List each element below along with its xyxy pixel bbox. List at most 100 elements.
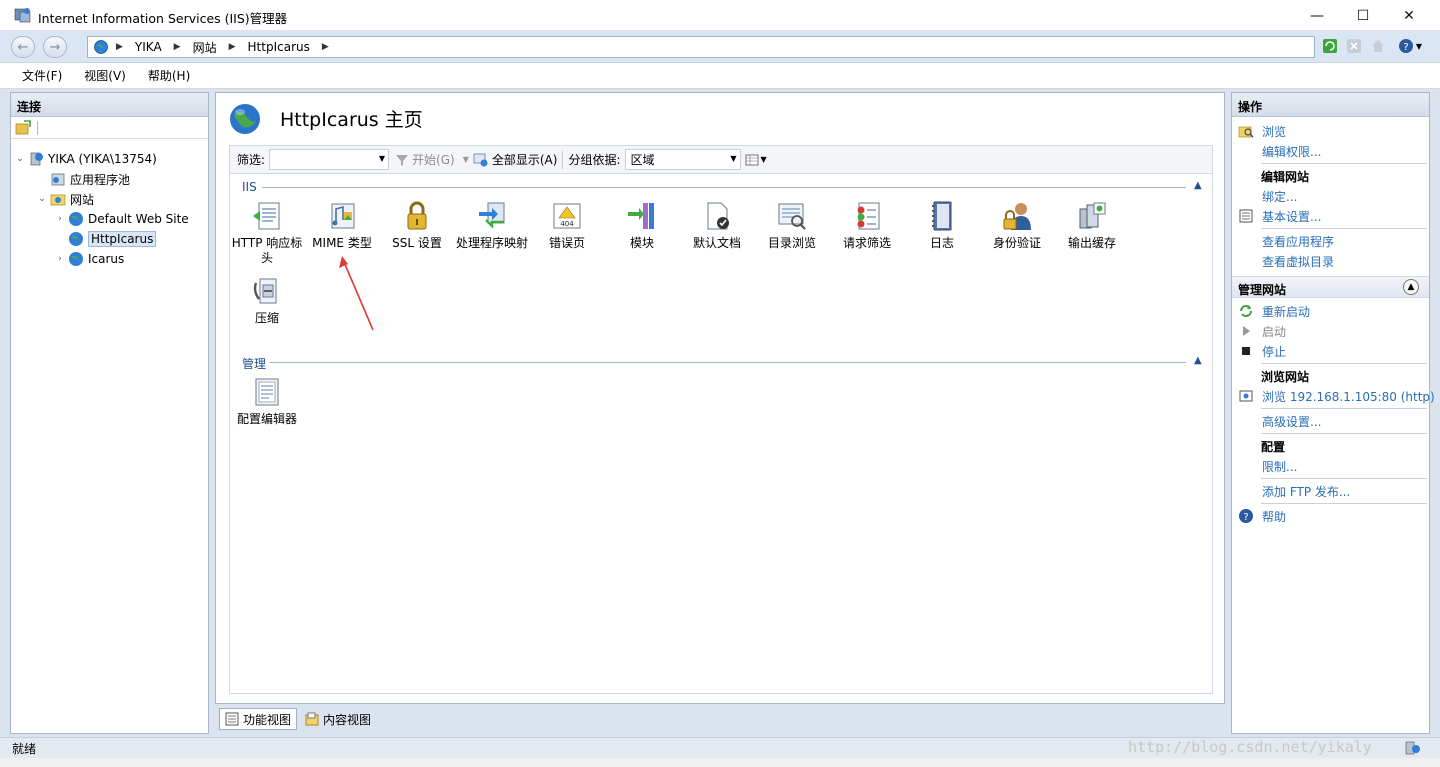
tab-label: 内容视图 bbox=[323, 712, 372, 727]
show-all-button[interactable]: 全部显示(A) bbox=[473, 151, 557, 168]
menu-file[interactable]: 文件(F) bbox=[22, 67, 62, 84]
feature-directory-browsing[interactable]: 目录浏览 bbox=[755, 200, 829, 251]
home-button[interactable] bbox=[1369, 37, 1387, 55]
action-browse[interactable]: 浏览 bbox=[1238, 122, 1286, 140]
action-label: 编辑权限... bbox=[1262, 144, 1322, 159]
back-arrow-icon: ← bbox=[17, 39, 29, 55]
action-advanced-settings[interactable]: 高级设置... bbox=[1238, 412, 1321, 430]
feature-label: 模块 bbox=[629, 236, 654, 250]
collapse-up-icon[interactable]: ▲ bbox=[1194, 355, 1202, 366]
feature-compression[interactable]: 压缩 bbox=[230, 275, 304, 326]
group-by-select[interactable]: 区域 ▼ bbox=[624, 149, 741, 170]
address-bar: ← → ▶ YIKA ▶ 网站 ▶ HttpIcarus ▶ ? ▼ bbox=[0, 31, 1440, 63]
tab-features-view[interactable]: 功能视图 bbox=[219, 708, 298, 730]
action-basic-settings[interactable]: 基本设置... bbox=[1238, 207, 1321, 225]
tree-node-server[interactable]: ⌄ YIKA (YIKA\13754) bbox=[15, 149, 157, 169]
breadcrumb-sites[interactable]: 网站 bbox=[193, 39, 217, 56]
taskbar-strip bbox=[0, 758, 1440, 767]
feature-error-pages[interactable]: 404 错误页 bbox=[530, 200, 604, 251]
collapse-up-icon[interactable]: ▲ bbox=[1403, 279, 1419, 295]
action-bindings[interactable]: 绑定... bbox=[1238, 187, 1297, 205]
action-add-ftp-publishing[interactable]: 添加 FTP 发布... bbox=[1238, 482, 1350, 500]
feature-mime-types[interactable]: MIME 类型 bbox=[305, 200, 379, 251]
close-button[interactable]: ✕ bbox=[1386, 0, 1432, 31]
action-label: 基本设置... bbox=[1262, 209, 1322, 224]
tree-node-sites[interactable]: ⌄ 网站 bbox=[37, 189, 94, 209]
feature-default-document[interactable]: 默认文档 bbox=[680, 200, 754, 251]
feature-logging[interactable]: 日志 bbox=[905, 200, 979, 251]
menu-view[interactable]: 视图(V) bbox=[84, 67, 126, 84]
action-label: 添加 FTP 发布... bbox=[1262, 484, 1351, 499]
modules-icon bbox=[628, 203, 654, 229]
back-button[interactable]: ← bbox=[11, 36, 35, 58]
stop-nav-button[interactable] bbox=[1345, 37, 1363, 55]
sites-folder-icon bbox=[50, 194, 66, 206]
actions-pane: 操作 浏览 编辑权限... 编辑网站 绑定... 基本设置... 查看应用程序 … bbox=[1231, 92, 1435, 734]
ssl-lock-icon bbox=[407, 201, 427, 230]
action-limits[interactable]: 限制... bbox=[1238, 457, 1297, 475]
status-text: 就绪 bbox=[12, 741, 37, 756]
expand-chevron-icon[interactable]: › bbox=[55, 214, 65, 224]
tab-content-view[interactable]: 内容视图 bbox=[300, 708, 376, 730]
feature-output-caching[interactable]: 输出缓存 bbox=[1055, 200, 1129, 251]
expand-chevron-icon[interactable]: ⌄ bbox=[37, 194, 47, 204]
address-field[interactable]: ▶ YIKA ▶ 网站 ▶ HttpIcarus ▶ bbox=[87, 36, 1315, 58]
browse-folder-icon bbox=[1238, 126, 1254, 138]
feature-authentication[interactable]: 身份验证 bbox=[980, 200, 1054, 251]
toolbar-separator bbox=[37, 120, 38, 135]
tree-node-default-web-site[interactable]: › Default Web Site bbox=[55, 209, 189, 229]
feature-configuration-editor[interactable]: 配置编辑器 bbox=[230, 376, 304, 427]
crumb-separator-icon: ▶ bbox=[228, 42, 236, 52]
tree-node-label: 应用程序池 bbox=[70, 172, 131, 187]
action-stop[interactable]: 停止 bbox=[1238, 342, 1286, 360]
feature-request-filtering[interactable]: 请求筛选 bbox=[830, 200, 904, 251]
connect-icon[interactable] bbox=[15, 119, 31, 136]
globe-icon bbox=[69, 252, 83, 266]
action-edit-permissions[interactable]: 编辑权限... bbox=[1238, 142, 1321, 160]
filter-input[interactable]: ▼ bbox=[269, 149, 390, 170]
content-view-icon bbox=[305, 712, 319, 726]
handler-mappings-icon bbox=[479, 202, 505, 229]
feature-label: MIME 类型 bbox=[312, 236, 372, 250]
app-pool-icon bbox=[51, 173, 65, 186]
action-label: 查看虚拟目录 bbox=[1262, 254, 1335, 269]
maximize-button[interactable]: ☐ bbox=[1340, 0, 1386, 31]
feature-label: 请求筛选 bbox=[842, 236, 891, 250]
action-start[interactable]: 启动 bbox=[1238, 322, 1286, 340]
logging-icon bbox=[932, 201, 952, 231]
expand-chevron-icon[interactable]: › bbox=[55, 254, 65, 264]
tree-node-icarus[interactable]: › Icarus bbox=[55, 249, 124, 269]
forward-button[interactable]: → bbox=[43, 36, 67, 58]
chevron-down-icon: ▼ bbox=[730, 154, 737, 163]
tree-node-app-pools[interactable]: 应用程序池 bbox=[37, 169, 130, 189]
section-header-edit-site: 编辑网站 bbox=[1261, 170, 1310, 184]
menu-help[interactable]: 帮助(H) bbox=[148, 67, 190, 84]
minimize-button[interactable]: — bbox=[1294, 0, 1340, 31]
feature-modules[interactable]: 模块 bbox=[605, 200, 679, 251]
actions-separator bbox=[1261, 228, 1427, 229]
expand-chevron-icon[interactable]: ⌄ bbox=[15, 154, 25, 164]
tree-node-httpicarus[interactable]: HttpIcarus bbox=[55, 229, 157, 249]
title-bar: Internet Information Services (IIS)管理器 —… bbox=[0, 0, 1440, 31]
action-view-virtual-directories[interactable]: 查看虚拟目录 bbox=[1238, 252, 1334, 270]
collapse-up-icon[interactable]: ▲ bbox=[1194, 180, 1202, 191]
feature-label: 身份验证 bbox=[992, 236, 1041, 250]
view-mode-button[interactable]: ▼ bbox=[745, 153, 767, 167]
refresh-button[interactable] bbox=[1321, 37, 1339, 55]
action-browse-url[interactable]: 浏览 192.168.1.105:80 (http) bbox=[1238, 387, 1435, 405]
mime-types-icon bbox=[331, 203, 355, 229]
feature-ssl-settings[interactable]: SSL 设置 bbox=[380, 200, 454, 251]
crumb-separator-icon: ▶ bbox=[173, 42, 181, 52]
action-view-applications[interactable]: 查看应用程序 bbox=[1238, 232, 1334, 250]
action-help[interactable]: ? 帮助 bbox=[1238, 507, 1286, 525]
actions-separator bbox=[1261, 408, 1427, 409]
group-header-management: 管理 bbox=[242, 357, 267, 371]
svg-text:404: 404 bbox=[560, 220, 574, 228]
breadcrumb-site[interactable]: HttpIcarus bbox=[248, 40, 310, 54]
help-dropdown-button[interactable]: ? ▼ bbox=[1396, 37, 1424, 55]
feature-handler-mappings[interactable]: 处理程序映射 bbox=[455, 200, 529, 251]
feature-http-response-headers[interactable]: HTTP 响应标头 bbox=[230, 200, 304, 266]
start-filter-button[interactable]: 开始(G) bbox=[395, 151, 455, 168]
breadcrumb-server[interactable]: YIKA bbox=[135, 40, 162, 54]
action-restart[interactable]: 重新启动 bbox=[1238, 302, 1310, 320]
